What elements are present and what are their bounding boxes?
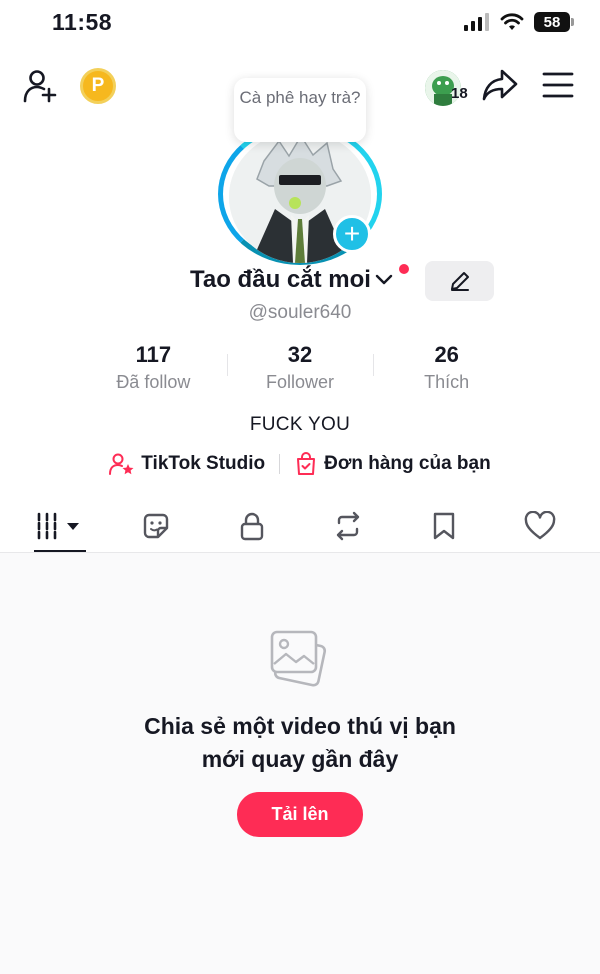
add-friend-button[interactable] [22,68,58,104]
bio: FUCK YOU [249,414,351,435]
shopping-bag-icon [297,452,316,475]
tab-favorites[interactable] [398,501,490,551]
stat-following[interactable]: 117 Đã follow [80,342,227,394]
bookmark-icon [433,512,455,540]
wifi-icon [500,13,524,30]
display-name-switcher[interactable]: Tao đầu cắt moi [190,266,393,294]
add-story-button[interactable]: + [333,215,371,253]
stat-value: 117 [135,342,172,367]
signal-icon [464,13,489,31]
battery-indicator: 58 [534,12,574,32]
orders-link[interactable]: Đơn hàng của bạn [294,452,491,476]
hamburger-menu-icon [542,72,574,98]
stat-likes[interactable]: 26 Thích [373,342,520,394]
username: @souler640 [248,302,352,323]
upload-button[interactable]: Tải lên [237,792,363,837]
status-time: 11:58 [52,9,113,35]
coin-button[interactable]: P [80,68,116,104]
tab-private[interactable] [206,501,298,551]
pencil-icon [450,272,469,291]
profile-stats: 117 Đã follow 32 Follower 26 Thích [80,342,520,394]
share-icon [482,69,518,101]
tab-stickers[interactable] [110,501,202,551]
heart-icon [524,511,556,540]
orders-label: Đơn hàng của bạn [324,453,491,474]
profile-tabs [14,501,586,553]
inbox-count-badge: 18 [451,85,468,102]
stat-value: 32 [287,342,313,367]
stat-label: Follower [265,372,335,392]
lock-icon [240,512,264,541]
profile-links: TikTok Studio Đơn hàng của bạn [0,452,600,476]
stat-value: 26 [434,342,459,367]
share-button[interactable] [482,68,518,102]
notification-dot [399,264,409,274]
edit-profile-button[interactable] [425,261,494,301]
studio-user-star-icon [109,453,134,475]
empty-state-title: Chia sẻ một video thú vị bạn mới quay gầ… [144,713,456,772]
tab-liked[interactable] [494,501,586,551]
add-user-icon [23,70,57,103]
stat-followers[interactable]: 32 Follower [226,342,374,394]
repost-icon [336,511,360,541]
stat-label: Thích [424,372,470,392]
note-bubble[interactable]: Cà phê hay trà? [234,78,366,142]
links-divider [279,454,281,474]
tab-videos[interactable] [14,501,106,553]
tiktok-studio-label: TikTok Studio [141,453,266,474]
menu-button[interactable] [542,70,574,100]
status-icons: 58 [464,12,574,32]
chevron-down-icon [375,274,393,285]
display-name: Tao đầu cắt moi [190,266,371,293]
sticker-icon [143,513,169,539]
photo-stack-icon [268,628,332,697]
tab-reposts[interactable] [302,501,394,551]
grid-sort-icon [37,512,79,540]
stat-label: Đã follow [116,372,191,392]
tiktok-studio-link[interactable]: TikTok Studio [109,452,265,476]
plus-icon: + [343,218,361,249]
